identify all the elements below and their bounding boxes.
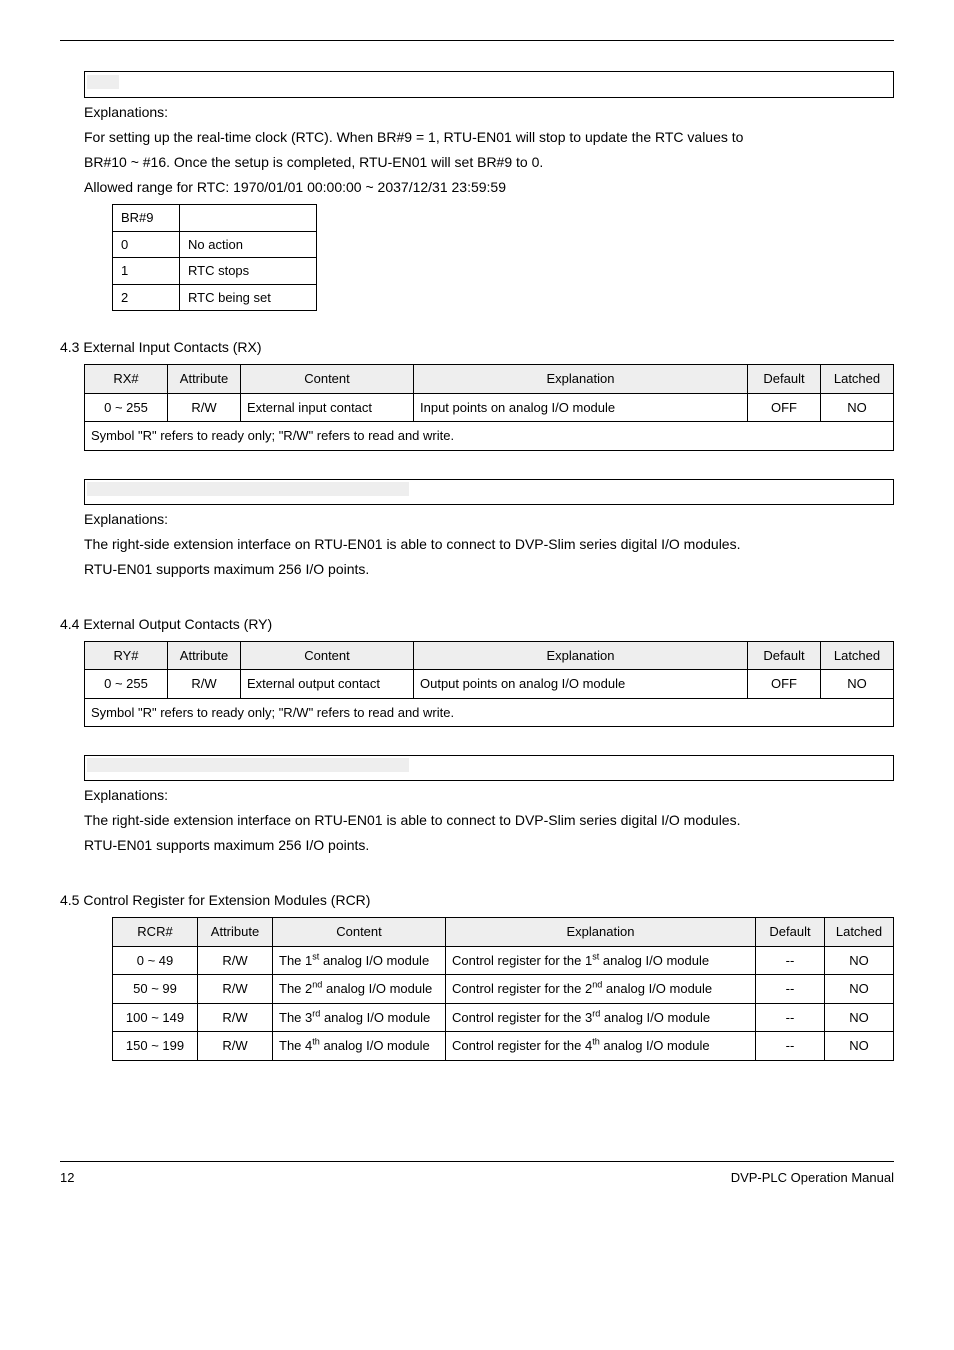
br9-shaded-bar	[87, 75, 119, 89]
page-number: 12	[60, 1168, 74, 1188]
sec43-expl-l1: The right-side extension interface on RT…	[84, 534, 894, 555]
sec43-expl-l2: RTU-EN01 supports maximum 256 I/O points…	[84, 559, 894, 580]
rcr-attr: R/W	[198, 1032, 273, 1061]
manual-title: DVP-PLC Operation Manual	[731, 1168, 894, 1188]
sec44-table: RY# Attribute Content Explanation Defaul…	[84, 641, 894, 728]
sec43-heading: 4.3 External Input Contacts (RX)	[60, 337, 894, 358]
sec45-h3: Explanation	[446, 918, 756, 947]
sec45-h2: Content	[273, 918, 446, 947]
sec43-h3: Explanation	[414, 365, 748, 394]
sec43-h4: Default	[748, 365, 821, 394]
br9-line2: BR#10 ~ #16. Once the setup is completed…	[84, 152, 894, 173]
br9-r0-d: No action	[180, 231, 317, 258]
sec43-rxn: 0 ~ 255	[85, 393, 168, 422]
sec44-expl-label: Explanations:	[84, 785, 894, 806]
sec44-shaded-bar	[87, 758, 409, 772]
sec43-footnote: Symbol "R" refers to ready only; "R/W" r…	[85, 422, 894, 451]
sec45-heading: 4.5 Control Register for Extension Modul…	[60, 890, 894, 911]
sec44-h3: Explanation	[414, 641, 748, 670]
br9-r0-v: 0	[113, 231, 180, 258]
sec45-table: RCR# Attribute Content Explanation Defau…	[112, 917, 894, 1061]
rcr-content: The 4th analog I/O module	[273, 1032, 446, 1061]
rcr-def: --	[756, 1003, 825, 1032]
explanations-label: Explanations:	[84, 102, 894, 123]
table-row: 100 ~ 149R/WThe 3rd analog I/O moduleCon…	[113, 1003, 894, 1032]
sec44-h1: Attribute	[168, 641, 241, 670]
rcr-content: The 3rd analog I/O module	[273, 1003, 446, 1032]
sec45-h5: Latched	[825, 918, 894, 947]
rcr-range: 0 ~ 49	[113, 946, 198, 975]
sec43-h1: Attribute	[168, 365, 241, 394]
rcr-latched: NO	[825, 1032, 894, 1061]
br9-line1: For setting up the real-time clock (RTC)…	[84, 127, 894, 148]
br9-r2-v: 2	[113, 284, 180, 311]
sec44-expl: Output points on analog I/O module	[414, 670, 748, 699]
rcr-latched: NO	[825, 946, 894, 975]
sec43-latched: NO	[821, 393, 894, 422]
table-row: 150 ~ 199R/WThe 4th analog I/O moduleCon…	[113, 1032, 894, 1061]
sec44-bar-container	[84, 755, 894, 781]
rcr-expl: Control register for the 2nd analog I/O …	[446, 975, 756, 1004]
sec45-h0: RCR#	[113, 918, 198, 947]
rcr-range: 50 ~ 99	[113, 975, 198, 1004]
sec44-h4: Default	[748, 641, 821, 670]
br9-r1-v: 1	[113, 258, 180, 285]
table-row: 0 ~ 49R/WThe 1st analog I/O moduleContro…	[113, 946, 894, 975]
br9-r2-d: RTC being set	[180, 284, 317, 311]
sec44-footnote: Symbol "R" refers to ready only; "R/W" r…	[85, 698, 894, 727]
sec43-expl: Input points on analog I/O module	[414, 393, 748, 422]
sec45-h1: Attribute	[198, 918, 273, 947]
rcr-latched: NO	[825, 1003, 894, 1032]
sec44-h5: Latched	[821, 641, 894, 670]
sec44-attr: R/W	[168, 670, 241, 699]
sec44-ryn: 0 ~ 255	[85, 670, 168, 699]
rcr-expl: Control register for the 4th analog I/O …	[446, 1032, 756, 1061]
sec43-bar-container	[84, 479, 894, 505]
br9-line3: Allowed range for RTC: 1970/01/01 00:00:…	[84, 177, 894, 198]
rcr-latched: NO	[825, 975, 894, 1004]
rcr-expl: Control register for the 3rd analog I/O …	[446, 1003, 756, 1032]
sec43-shaded-bar	[87, 482, 409, 496]
sec44-expl-l1: The right-side extension interface on RT…	[84, 810, 894, 831]
top-rule	[60, 40, 894, 41]
rcr-attr: R/W	[198, 975, 273, 1004]
sec43-expl-label: Explanations:	[84, 509, 894, 530]
sec43-attr: R/W	[168, 393, 241, 422]
rcr-def: --	[756, 1032, 825, 1061]
sec43-content: External input contact	[241, 393, 414, 422]
sec43-def: OFF	[748, 393, 821, 422]
rcr-def: --	[756, 975, 825, 1004]
sec43-h5: Latched	[821, 365, 894, 394]
rcr-content: The 2nd analog I/O module	[273, 975, 446, 1004]
table-row: 50 ~ 99R/WThe 2nd analog I/O moduleContr…	[113, 975, 894, 1004]
rcr-range: 100 ~ 149	[113, 1003, 198, 1032]
br9-header: BR#9	[113, 205, 180, 232]
footer: 12 DVP-PLC Operation Manual	[60, 1161, 894, 1188]
sec45-h4: Default	[756, 918, 825, 947]
rcr-content: The 1st analog I/O module	[273, 946, 446, 975]
sec44-latched: NO	[821, 670, 894, 699]
rcr-expl: Control register for the 1st analog I/O …	[446, 946, 756, 975]
sec43-h0: RX#	[85, 365, 168, 394]
rcr-attr: R/W	[198, 1003, 273, 1032]
sec44-heading: 4.4 External Output Contacts (RY)	[60, 614, 894, 635]
br9-header-empty	[180, 205, 317, 232]
br9-table: BR#9 0No action 1RTC stops 2RTC being se…	[112, 204, 317, 311]
br9-bar-container	[84, 71, 894, 98]
rcr-attr: R/W	[198, 946, 273, 975]
sec43-table: RX# Attribute Content Explanation Defaul…	[84, 364, 894, 451]
rcr-range: 150 ~ 199	[113, 1032, 198, 1061]
sec44-h2: Content	[241, 641, 414, 670]
sec44-h0: RY#	[85, 641, 168, 670]
sec43-h2: Content	[241, 365, 414, 394]
sec44-expl-l2: RTU-EN01 supports maximum 256 I/O points…	[84, 835, 894, 856]
rcr-def: --	[756, 946, 825, 975]
sec44-def: OFF	[748, 670, 821, 699]
br9-r1-d: RTC stops	[180, 258, 317, 285]
sec44-content: External output contact	[241, 670, 414, 699]
